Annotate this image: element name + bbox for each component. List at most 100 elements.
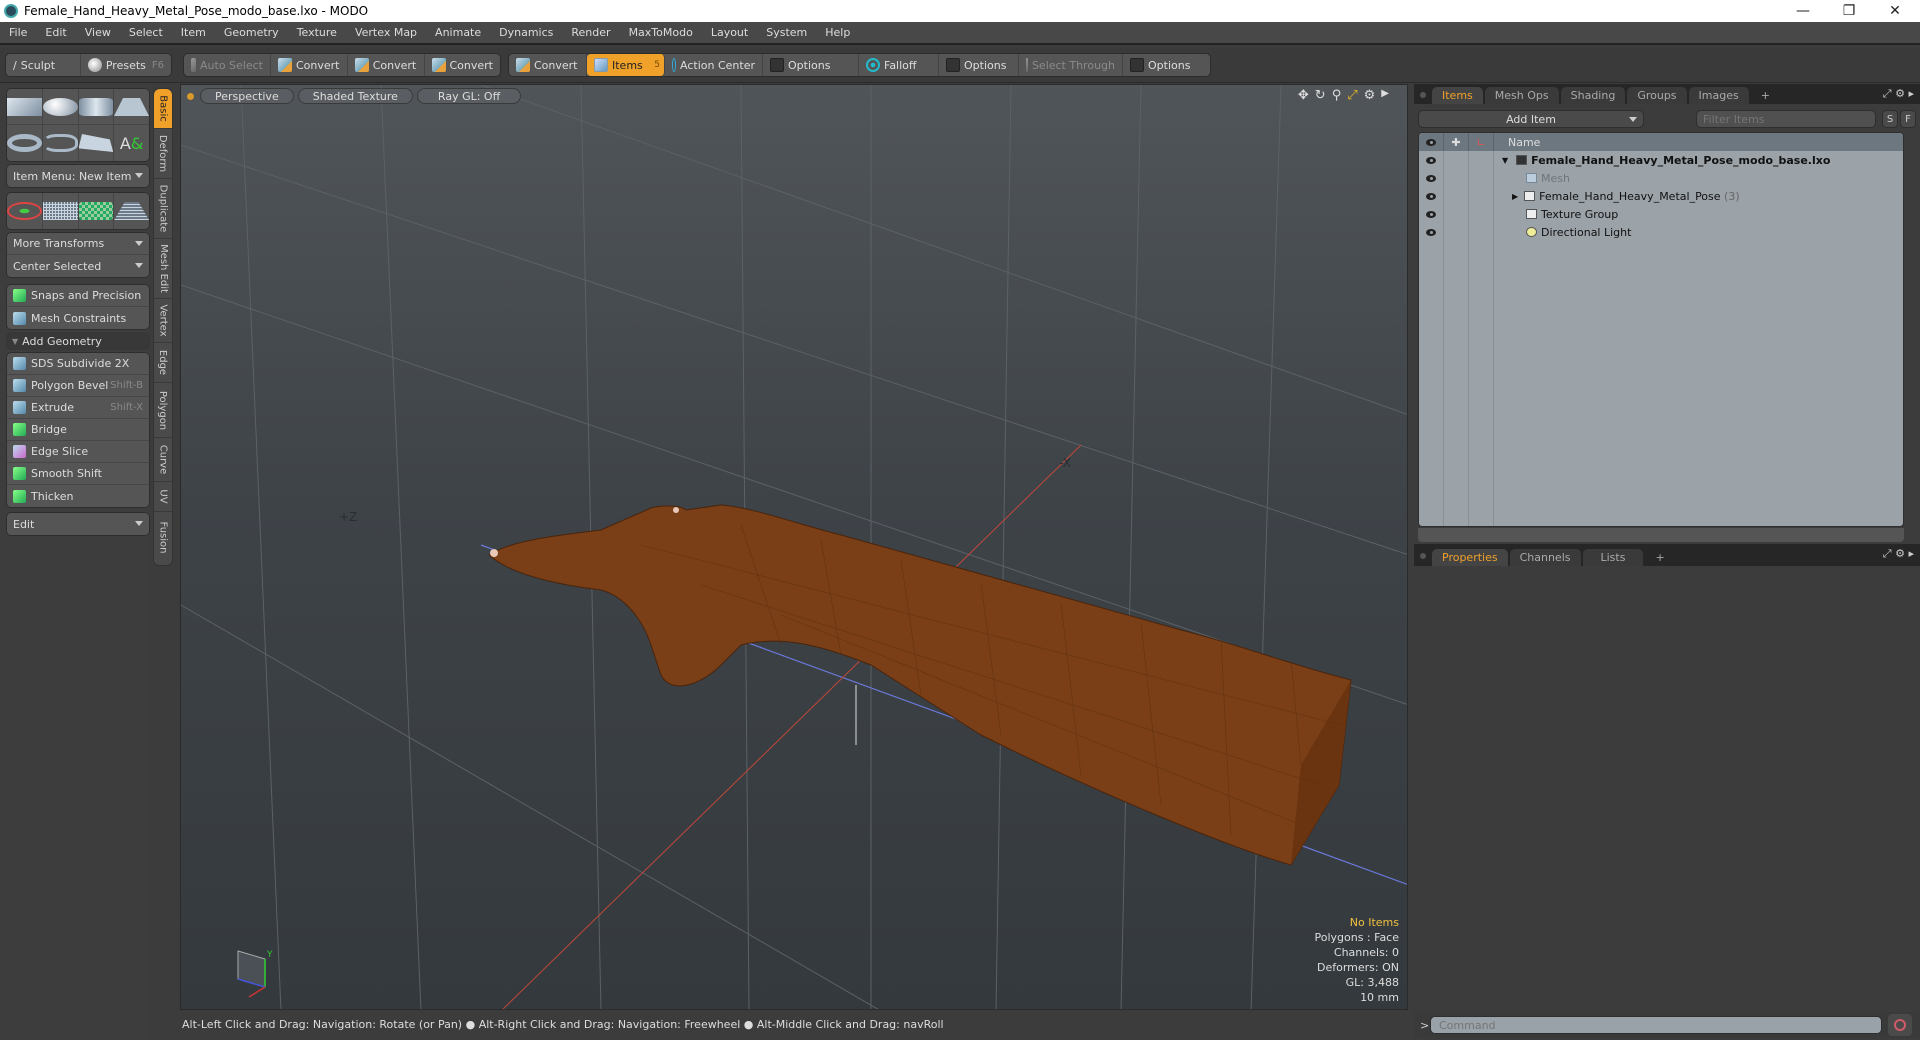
bridge-button[interactable]: Bridge (7, 419, 149, 441)
tab-channels[interactable]: Channels (1509, 549, 1581, 566)
tab-properties[interactable]: Properties (1432, 549, 1508, 566)
cube-tool[interactable] (7, 89, 43, 124)
add-geometry-header[interactable]: ▼ Add Geometry (6, 332, 150, 350)
menu-texture[interactable]: Texture (288, 26, 346, 39)
minimize-button[interactable]: — (1780, 0, 1826, 22)
menu-dynamics[interactable]: Dynamics (490, 26, 562, 39)
tab-groups[interactable]: Groups (1627, 87, 1687, 104)
tab-images[interactable]: Images (1688, 87, 1749, 104)
visibility-toggle[interactable] (1419, 151, 1444, 169)
restore-button[interactable]: ❐ (1826, 0, 1872, 22)
tab-items[interactable]: Items (1432, 87, 1483, 104)
command-input[interactable] (1430, 1016, 1882, 1034)
maximize-viewport-icon[interactable]: ⤢ (1347, 88, 1357, 103)
gear-icon[interactable]: ⚙ (1364, 88, 1376, 103)
convert-materials-button[interactable]: Convert (509, 54, 587, 76)
tab-mesh-edit[interactable]: Mesh Edit (154, 239, 172, 299)
select-through-button[interactable]: Select Through (1019, 54, 1123, 76)
maximize-icon[interactable]: ⤢ (1883, 87, 1892, 100)
panel-menu-dot[interactable] (1420, 553, 1426, 559)
tab-mesh-ops[interactable]: Mesh Ops (1484, 87, 1559, 104)
menu-select[interactable]: Select (120, 26, 172, 39)
horizontal-scrollbar[interactable] (1418, 528, 1904, 542)
gear-icon[interactable]: ⚙ (1895, 547, 1905, 560)
visibility-toggle[interactable] (1419, 169, 1444, 187)
viewport-menu-dot[interactable] (187, 92, 194, 100)
edge-slice-button[interactable]: Edge Slice (7, 441, 149, 463)
pen-tool[interactable] (78, 125, 115, 161)
visibility-column-header[interactable] (1419, 133, 1444, 151)
edit-dropdown[interactable]: Edit (6, 512, 150, 536)
menu-vertex-map[interactable]: Vertex Map (346, 26, 426, 39)
tab-uv[interactable]: UV (154, 482, 172, 512)
panel-menu-dot[interactable] (1420, 92, 1426, 98)
items-mode-button[interactable]: Items 5 (587, 54, 665, 76)
more-transforms-dropdown[interactable]: More Transforms (7, 233, 149, 255)
name-column-header[interactable]: Name (1494, 136, 1540, 149)
tab-basic[interactable]: Basic (154, 89, 172, 129)
extrude-button[interactable]: Extrude Shift-X (7, 397, 149, 419)
transform-tool[interactable] (7, 193, 43, 229)
snaps-precision-button[interactable]: Snaps and Precision (7, 285, 149, 307)
soft-drag-tool[interactable] (78, 193, 115, 229)
select-through-options-button[interactable]: Options (1123, 54, 1210, 76)
s-button[interactable]: S (1882, 110, 1898, 128)
tab-polygon[interactable]: Polygon (154, 383, 172, 438)
shading-mode-button[interactable]: Shaded Texture (297, 88, 413, 104)
tab-deform[interactable]: Deform (154, 129, 172, 179)
tree-row-scene[interactable]: ▼ Female_Hand_Heavy_Metal_Pose_modo_base.… (1419, 151, 1903, 169)
ray-gl-button[interactable]: Ray GL: Off (416, 88, 522, 104)
tab-lists[interactable]: Lists (1582, 549, 1644, 566)
gear-icon[interactable]: ⚙ (1895, 87, 1905, 100)
visibility-toggle[interactable] (1419, 187, 1444, 205)
tab-curve[interactable]: Curve (154, 438, 172, 482)
tab-fusion[interactable]: Fusion (154, 512, 172, 562)
item-menu-dropdown[interactable]: Item Menu: New Item (6, 164, 150, 188)
mesh-constraints-button[interactable]: Mesh Constraints (7, 307, 149, 329)
expand-arrow-icon[interactable]: ▼ (1502, 156, 1508, 165)
3d-viewport[interactable]: +Z -X Y Perspective Shaded Texture Ray G… (180, 84, 1408, 1010)
pan-icon[interactable]: ✥ (1298, 88, 1309, 103)
convert-vertices-button[interactable]: Convert (271, 54, 348, 76)
lattice-tool[interactable] (42, 193, 79, 229)
thicken-button[interactable]: Thicken (7, 485, 149, 507)
add-item-dropdown[interactable]: Add Item (1418, 110, 1644, 128)
view-mode-button[interactable]: Perspective (200, 88, 294, 104)
center-selected-dropdown[interactable]: Center Selected (7, 255, 149, 277)
text-tool[interactable]: A& (114, 125, 149, 161)
add-tab-button[interactable]: + (1751, 87, 1780, 104)
close-button[interactable]: ✕ (1872, 0, 1918, 22)
menu-animate[interactable]: Animate (426, 26, 490, 39)
torus-tool[interactable] (7, 125, 43, 161)
action-center-button[interactable]: Action Center (665, 54, 763, 76)
tree-row-group[interactable]: ▶ Female_Hand_Heavy_Metal_Pose (3) (1419, 187, 1903, 205)
sculpt-button[interactable]: ∕ Sculpt (6, 54, 81, 76)
cylinder-tool[interactable] (78, 89, 115, 124)
sphere-tool[interactable] (42, 89, 79, 124)
menu-geometry[interactable]: Geometry (215, 26, 288, 39)
menu-edit[interactable]: Edit (36, 26, 75, 39)
auto-select-button[interactable]: Auto Select (184, 54, 271, 76)
tree-row-mesh[interactable]: Mesh (1419, 169, 1903, 187)
taper-tool[interactable] (114, 193, 149, 229)
lock-column-header[interactable]: ✚ (1444, 133, 1469, 151)
rotate-icon[interactable]: ↻ (1315, 88, 1326, 103)
presets-button[interactable]: Presets F6 (81, 54, 171, 76)
menu-help[interactable]: Help (816, 26, 859, 39)
zoom-icon[interactable]: ⚲ (1332, 88, 1342, 103)
tab-edge[interactable]: Edge (154, 343, 172, 383)
axis-column-header[interactable]: ∟ (1469, 133, 1494, 151)
falloff-button[interactable]: Falloff (859, 54, 939, 76)
menu-view[interactable]: View (76, 26, 120, 39)
menu-render[interactable]: Render (562, 26, 619, 39)
expand-arrow-icon[interactable]: ▸ (1908, 547, 1914, 560)
cone-tool[interactable] (114, 89, 149, 124)
expand-arrow-icon[interactable]: ▶ (1381, 88, 1389, 103)
visibility-toggle[interactable] (1419, 205, 1444, 223)
menu-item[interactable]: Item (172, 26, 215, 39)
maximize-icon[interactable]: ⤢ (1883, 547, 1892, 560)
polygon-bevel-button[interactable]: Polygon Bevel Shift-B (7, 375, 149, 397)
tab-duplicate[interactable]: Duplicate (154, 179, 172, 239)
tree-row-texture-group[interactable]: Texture Group (1419, 205, 1903, 223)
menu-layout[interactable]: Layout (702, 26, 757, 39)
